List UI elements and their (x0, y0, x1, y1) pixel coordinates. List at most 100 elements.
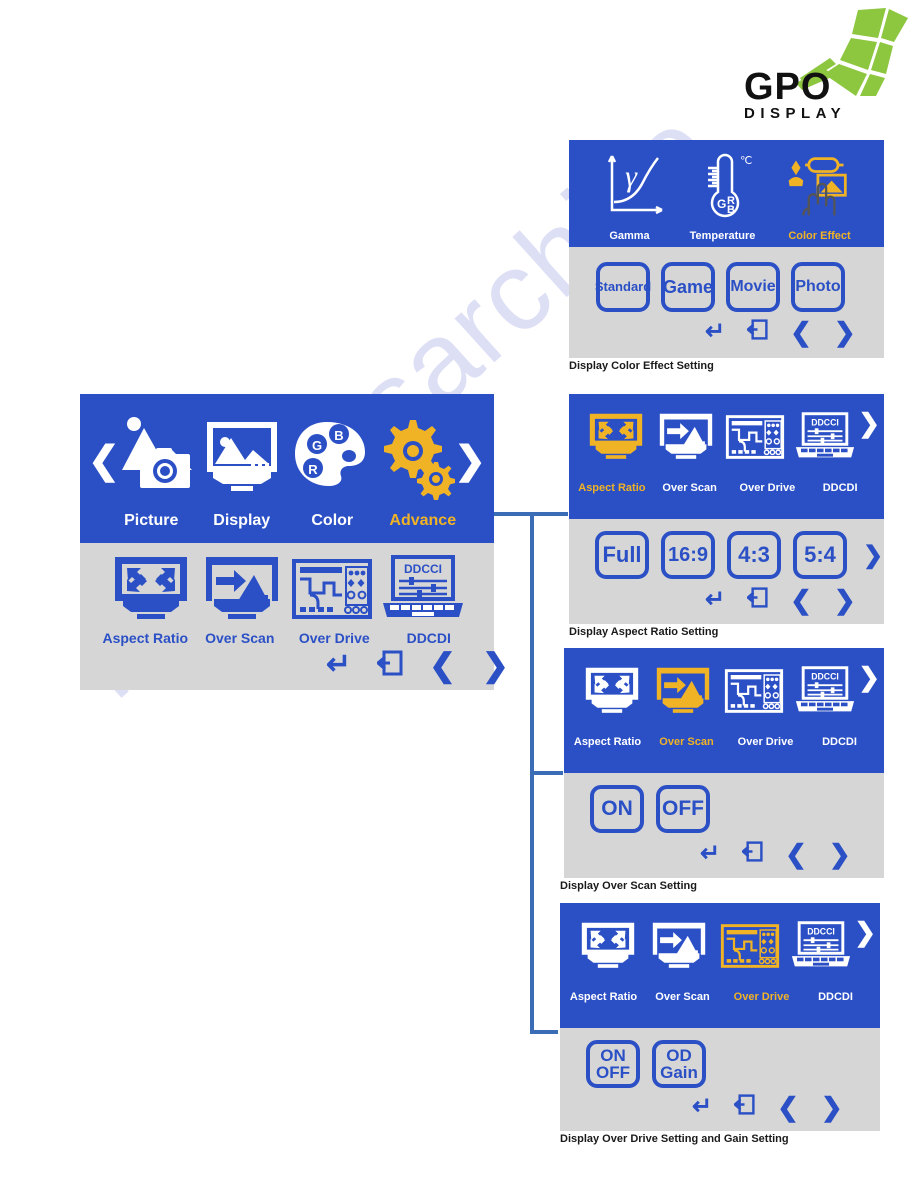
option-od-gain[interactable]: OD Gain (652, 1040, 706, 1088)
monitor-image-icon[interactable] (203, 414, 281, 500)
gpo-wordmark: GPO DISPLAY (744, 68, 846, 122)
thermometer-icon[interactable]: ℃ G R B (694, 152, 758, 222)
gears-icon[interactable] (376, 414, 456, 500)
submenu-label-aspect-ratio[interactable]: Aspect Ratio (98, 630, 193, 646)
od-tab-over-drive[interactable]: Over Drive (726, 991, 798, 1003)
ar-tab-aspect-ratio[interactable]: Aspect Ratio (576, 482, 648, 494)
ar-tab-over-scan[interactable]: Over Scan (654, 482, 726, 494)
gamma-curve-icon[interactable]: γ (604, 152, 668, 222)
option-on-off[interactable]: ON OFF (586, 1040, 640, 1088)
prev-icon[interactable]: ❮ (777, 1094, 799, 1120)
enter-icon[interactable]: ↵ (326, 650, 351, 680)
os-tab-over-scan[interactable]: Over Scan (651, 736, 723, 748)
panel-right-chevron[interactable]: ❯ (854, 919, 876, 945)
ddcci-laptop-icon[interactable]: DDCCI (379, 555, 467, 623)
over-scan-arrow-picture-icon[interactable] (647, 915, 711, 977)
over-drive-panel-icon[interactable] (718, 915, 782, 977)
os-tab-aspect-ratio[interactable]: Aspect Ratio (572, 736, 644, 748)
panel-over-scan[interactable]: ❯ DDCCI Aspect Ratio Over Scan Over Driv… (564, 648, 884, 878)
option-4-3[interactable]: 4:3 (727, 531, 781, 579)
ddcci-screen-label: DDCCI (404, 562, 442, 576)
panel-color-effect[interactable]: γ ℃ G R B Gamma Temperature Color Effect… (569, 140, 884, 358)
over-drive-panel-icon[interactable] (722, 660, 786, 722)
enter-icon[interactable]: ↵ (700, 842, 720, 866)
panel-over-drive[interactable]: ❯ DDCCI Aspect Ratio Over Scan Over Driv… (560, 903, 880, 1131)
exit-icon[interactable] (741, 841, 763, 867)
prev-icon[interactable]: ❮ (790, 319, 812, 345)
over-scan-top: ❯ DDCCI Aspect Ratio Over Scan Over Driv… (564, 648, 884, 773)
os-tab-over-drive[interactable]: Over Drive (730, 736, 802, 748)
exit-icon[interactable] (733, 1094, 755, 1120)
od-tab-aspect-ratio[interactable]: Aspect Ratio (568, 991, 640, 1003)
prev-icon[interactable]: ❮ (790, 587, 812, 613)
ddcci-laptop-icon[interactable]: DDCCI (789, 915, 853, 977)
over-scan-options: ON OFF ↵ ❮ ❯ (564, 773, 884, 878)
next-icon[interactable]: ❯ (834, 587, 856, 613)
option-photo[interactable]: Photo (791, 262, 845, 312)
next-icon[interactable]: ❯ (482, 649, 509, 681)
next-icon[interactable]: ❯ (829, 841, 851, 867)
color-effect-hand-icon[interactable] (785, 152, 849, 222)
main-tab-label-color[interactable]: Color (287, 512, 377, 530)
main-tab-label-advance[interactable]: Advance (378, 512, 468, 530)
svg-text:℃: ℃ (740, 155, 752, 167)
option-game[interactable]: Game (661, 262, 715, 312)
option-16-9[interactable]: 16:9 (661, 531, 715, 579)
submenu-label-over-scan[interactable]: Over Scan (193, 630, 288, 646)
picture-camera-mountain-icon[interactable] (118, 414, 196, 500)
option-5-4[interactable]: 5:4 (793, 531, 847, 579)
aspect-ratio-arrows-monitor-icon[interactable] (580, 660, 644, 722)
color-effect-tab-color-effect[interactable]: Color Effect (777, 230, 863, 242)
prev-icon[interactable]: ❮ (785, 841, 807, 867)
connector-to-aspect-ratio (530, 512, 568, 516)
option-full[interactable]: Full (595, 531, 649, 579)
aspect-ratio-nav-row: ↵ ❮ ❯ (705, 587, 856, 613)
svg-text:R: R (308, 462, 318, 477)
option-on[interactable]: ON (590, 785, 644, 833)
main-tab-label-picture[interactable]: Picture (106, 512, 196, 530)
panel-right-chevron[interactable]: ❯ (858, 410, 880, 436)
option-standard[interactable]: Standard (595, 262, 651, 312)
color-effect-tab-temperature[interactable]: Temperature (680, 230, 766, 242)
over-scan-arrow-picture-icon[interactable] (651, 660, 715, 722)
exit-icon[interactable] (746, 319, 768, 345)
color-effect-nav-row: ↵ ❮ ❯ (705, 319, 856, 345)
option-off[interactable]: OFF (656, 785, 710, 833)
aspect-ratio-arrows-monitor-icon[interactable] (584, 406, 648, 468)
option-movie[interactable]: Movie (726, 262, 780, 312)
od-tab-ddcdi[interactable]: DDCDI (805, 991, 867, 1003)
panel-aspect-ratio[interactable]: ❯ DDCCI Aspect Ratio Over Scan Over Driv… (569, 394, 884, 624)
over-scan-arrow-picture-icon[interactable] (654, 406, 718, 468)
submenu-label-over-drive[interactable]: Over Drive (287, 630, 382, 646)
options-next-chevron[interactable]: ❯ (863, 541, 883, 570)
main-osd-menu[interactable]: ❮ ❯ B G R Picture Display Color Advance … (80, 394, 509, 690)
exit-icon[interactable] (375, 650, 403, 681)
color-palette-rgb-icon[interactable]: B G R (289, 414, 369, 500)
aspect-ratio-arrows-monitor-icon[interactable] (107, 555, 195, 623)
ddcci-laptop-icon[interactable]: DDCCI (793, 660, 857, 722)
exit-icon[interactable] (746, 587, 768, 613)
over-drive-panel-icon[interactable] (288, 555, 376, 623)
color-effect-options: Standard Game Movie Photo ↵ ❮ ❯ (569, 247, 884, 358)
color-effect-tab-gamma[interactable]: Gamma (591, 230, 669, 242)
ar-tab-ddcdi[interactable]: DDCDI (809, 482, 871, 494)
aspect-ratio-arrows-monitor-icon[interactable] (576, 915, 640, 977)
main-tab-label-display[interactable]: Display (197, 512, 287, 530)
os-tab-ddcdi[interactable]: DDCDI (809, 736, 871, 748)
next-icon[interactable]: ❯ (834, 319, 856, 345)
main-menu-right-arrow[interactable]: ❯ (454, 442, 486, 480)
enter-icon[interactable]: ↵ (705, 588, 725, 612)
submenu-label-ddcdi[interactable]: DDCDI (382, 630, 477, 646)
over-scan-arrow-picture-icon[interactable] (198, 555, 286, 623)
od-tab-over-scan[interactable]: Over Scan (647, 991, 719, 1003)
prev-icon[interactable]: ❮ (429, 649, 456, 681)
enter-icon[interactable]: ↵ (692, 1095, 712, 1119)
ddcci-laptop-icon[interactable]: DDCCI (793, 406, 857, 468)
over-drive-panel-icon[interactable] (723, 406, 787, 468)
enter-icon[interactable]: ↵ (705, 320, 725, 344)
next-icon[interactable]: ❯ (821, 1094, 843, 1120)
svg-text:DDCCI: DDCCI (811, 671, 839, 681)
main-menu-left-arrow[interactable]: ❮ (88, 442, 120, 480)
ar-tab-over-drive[interactable]: Over Drive (731, 482, 803, 494)
panel-right-chevron[interactable]: ❯ (858, 664, 880, 690)
